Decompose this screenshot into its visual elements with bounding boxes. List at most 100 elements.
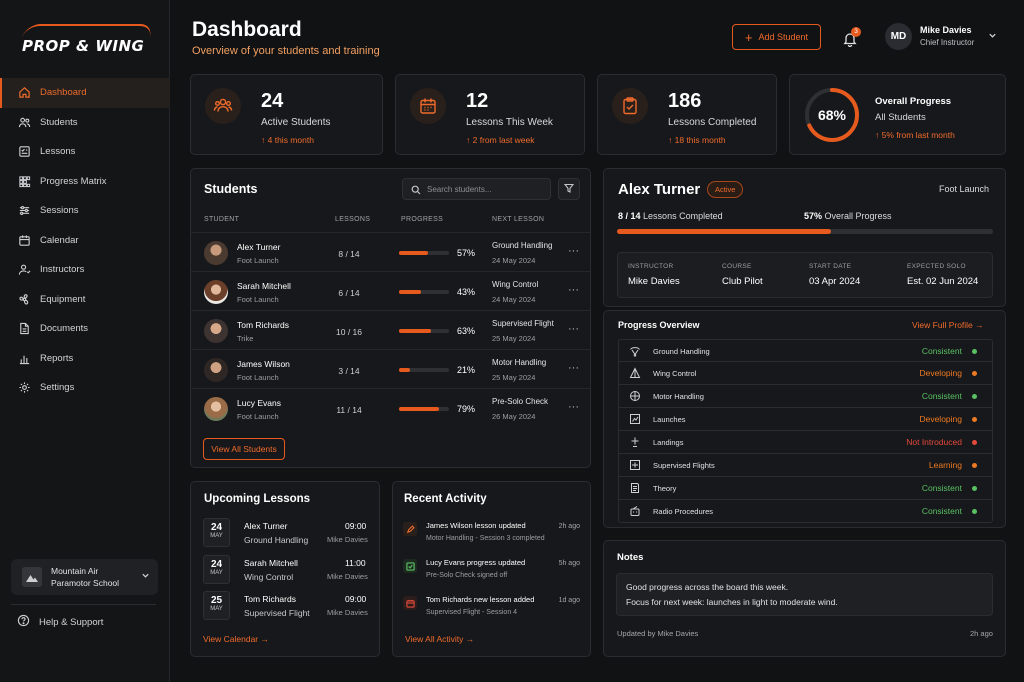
activity-item[interactable]: Lucy Evans progress updated Pre-Solo Che… — [400, 557, 586, 591]
search-box[interactable]: Search students... — [402, 178, 551, 200]
student-name: Tom Richards — [237, 320, 289, 330]
skill-row[interactable]: Ground Handling Consistent — [618, 339, 993, 362]
notes-body[interactable]: Good progress across the board this week… — [616, 573, 993, 616]
notifications-button[interactable]: 3 — [840, 27, 862, 49]
sidebar-divider — [11, 604, 156, 605]
stat-label: Active Students — [261, 117, 331, 128]
sidebar-item-progress-matrix[interactable]: Progress Matrix — [0, 167, 170, 197]
more-options-icon[interactable]: ··· — [568, 362, 579, 374]
logo-swoosh — [21, 24, 155, 38]
more-options-icon[interactable]: ··· — [568, 284, 579, 296]
sidebar-item-sessions[interactable]: Sessions — [0, 196, 170, 226]
instructors-icon — [17, 263, 31, 277]
table-row[interactable]: Lucy Evans Foot Launch 11 / 14 79% Pre-S… — [190, 388, 590, 427]
lesson-item[interactable]: 25 MAY Tom Richards Supervised Flight 09:… — [190, 589, 380, 625]
progress-percent: 43% — [457, 287, 476, 297]
skill-row[interactable]: Theory Consistent — [618, 477, 993, 500]
next-lesson-date: 25 May 2024 — [492, 373, 536, 382]
sidebar-item-equipment[interactable]: Equipment — [0, 285, 170, 315]
student-lessons: 3 / 14 — [338, 366, 360, 376]
next-lesson: Motor Handling — [492, 358, 547, 367]
skill-row[interactable]: Supervised Flights Learning — [618, 454, 993, 477]
stat-delta: ↑ 2 from last week — [466, 135, 535, 145]
activity-title-text: Lucy Evans progress updated — [426, 558, 526, 567]
lesson-student: Sarah Mitchell — [244, 558, 298, 568]
stat-label: Lessons Completed — [668, 117, 757, 128]
view-calendar-label: View Calendar — [203, 634, 259, 644]
sidebar-item-dashboard[interactable]: Dashboard — [0, 78, 170, 108]
skill-row[interactable]: Motor Handling Consistent — [618, 385, 993, 408]
view-all-activity-link[interactable]: View All Activity → — [405, 634, 474, 644]
lesson-topic: Ground Handling — [244, 535, 309, 545]
student-name: James Wilson — [237, 359, 290, 369]
sidebar-item-documents[interactable]: Documents — [0, 314, 170, 344]
view-calendar-link[interactable]: View Calendar → — [203, 634, 269, 644]
next-lesson-date: 24 May 2024 — [492, 295, 536, 304]
view-all-activity-label: View All Activity — [405, 634, 464, 644]
detail-value: 03 Apr 2024 — [809, 276, 861, 287]
progress-percent: 79% — [457, 404, 476, 414]
activity-item[interactable]: James Wilson lesson updated Motor Handli… — [400, 520, 586, 554]
filter-button[interactable] — [558, 178, 580, 200]
more-options-icon[interactable]: ··· — [568, 401, 579, 413]
sidebar-item-reports[interactable]: Reports — [0, 344, 170, 374]
profile-name: Alex Turner — [618, 181, 701, 198]
sidebar-item-calendar[interactable]: Calendar — [0, 226, 170, 256]
sidebar-item-students[interactable]: Students — [0, 108, 170, 138]
user-menu[interactable]: MD Mike Davies Chief Instructor — [885, 23, 997, 50]
skill-status: Developing — [919, 368, 962, 378]
lesson-student: Alex Turner — [244, 521, 288, 531]
profile-overall-label: Overall Progress — [824, 211, 892, 221]
search-input[interactable]: Search students... — [427, 185, 491, 194]
lesson-item[interactable]: 24 MAY Alex Turner Ground Handling 09:00 … — [190, 516, 380, 552]
activity-item[interactable]: Tom Richards new lesson added Supervised… — [400, 594, 586, 628]
school-switcher[interactable]: Mountain Air Paramotor School — [11, 559, 158, 595]
skill-status-dot — [972, 417, 977, 422]
sidebar-item-lessons[interactable]: Lessons — [0, 137, 170, 167]
stat-card-active-students: 24 Active Students ↑ 4 this month — [190, 74, 383, 155]
skill-status-dot — [972, 486, 977, 491]
grid-icon — [17, 174, 31, 188]
user-role: Chief Instructor — [920, 38, 975, 47]
profile-overall-pct: 57% — [804, 211, 823, 221]
stat-delta-text: 4 this month — [267, 135, 314, 145]
lesson-time: 11:00 — [345, 558, 366, 568]
student-lessons: 6 / 14 — [338, 288, 360, 298]
more-options-icon[interactable]: ··· — [568, 245, 579, 257]
view-full-profile-label: View Full Profile — [912, 320, 973, 330]
more-options-icon[interactable]: ··· — [568, 323, 579, 335]
skill-row[interactable]: Landings Not Introduced — [618, 431, 993, 454]
detail-instructor: INSTRUCTOR Mike Davies — [628, 263, 680, 287]
sidebar-item-settings[interactable]: Settings — [0, 373, 170, 403]
add-student-button[interactable]: + Add Student — [732, 24, 821, 50]
table-row[interactable]: James Wilson Foot Launch 3 / 14 21% Moto… — [190, 349, 590, 388]
stat-card-lessons-week: 12 Lessons This Week ↑ 2 from last week — [395, 74, 585, 155]
brand-logo[interactable]: PROP & WING — [20, 24, 155, 58]
lesson-item[interactable]: 24 MAY Sarah Mitchell Wing Control 11:00 … — [190, 553, 380, 589]
skill-row[interactable]: Wing Control Developing — [618, 362, 993, 385]
skill-row[interactable]: Launches Developing — [618, 408, 993, 431]
skill-status-dot — [972, 509, 977, 514]
view-full-profile-link[interactable]: View Full Profile → — [912, 320, 984, 330]
skill-row[interactable]: Radio Procedures Consistent — [618, 500, 993, 523]
activity-time: 1d ago — [558, 597, 580, 604]
chevron-down-icon — [988, 31, 997, 42]
progress-fill — [399, 407, 439, 411]
arrow-right-icon: → — [975, 320, 984, 330]
launch-icon — [629, 413, 641, 425]
table-row[interactable]: Alex Turner Foot Launch 8 / 14 57% Groun… — [190, 232, 590, 271]
sidebar-item-label: Settings — [40, 382, 75, 394]
avatar — [204, 241, 228, 265]
checklist-icon — [17, 145, 31, 159]
progress-bar — [399, 290, 449, 294]
view-all-students-button[interactable]: View All Students — [203, 438, 285, 460]
sidebar-item-instructors[interactable]: Instructors — [0, 255, 170, 285]
table-row[interactable]: Sarah Mitchell Foot Launch 6 / 14 43% Wi… — [190, 271, 590, 310]
help-support-link[interactable]: Help & Support — [17, 614, 103, 630]
activity-title-text: James Wilson lesson updated — [426, 521, 526, 530]
notes-updated-time: 2h ago — [970, 629, 993, 638]
table-row[interactable]: Tom Richards Trike 10 / 16 63% Supervise… — [190, 310, 590, 349]
lesson-student: Tom Richards — [244, 594, 296, 604]
student-name: Alex Turner — [237, 242, 281, 252]
add-student-label: Add Student — [758, 32, 809, 42]
